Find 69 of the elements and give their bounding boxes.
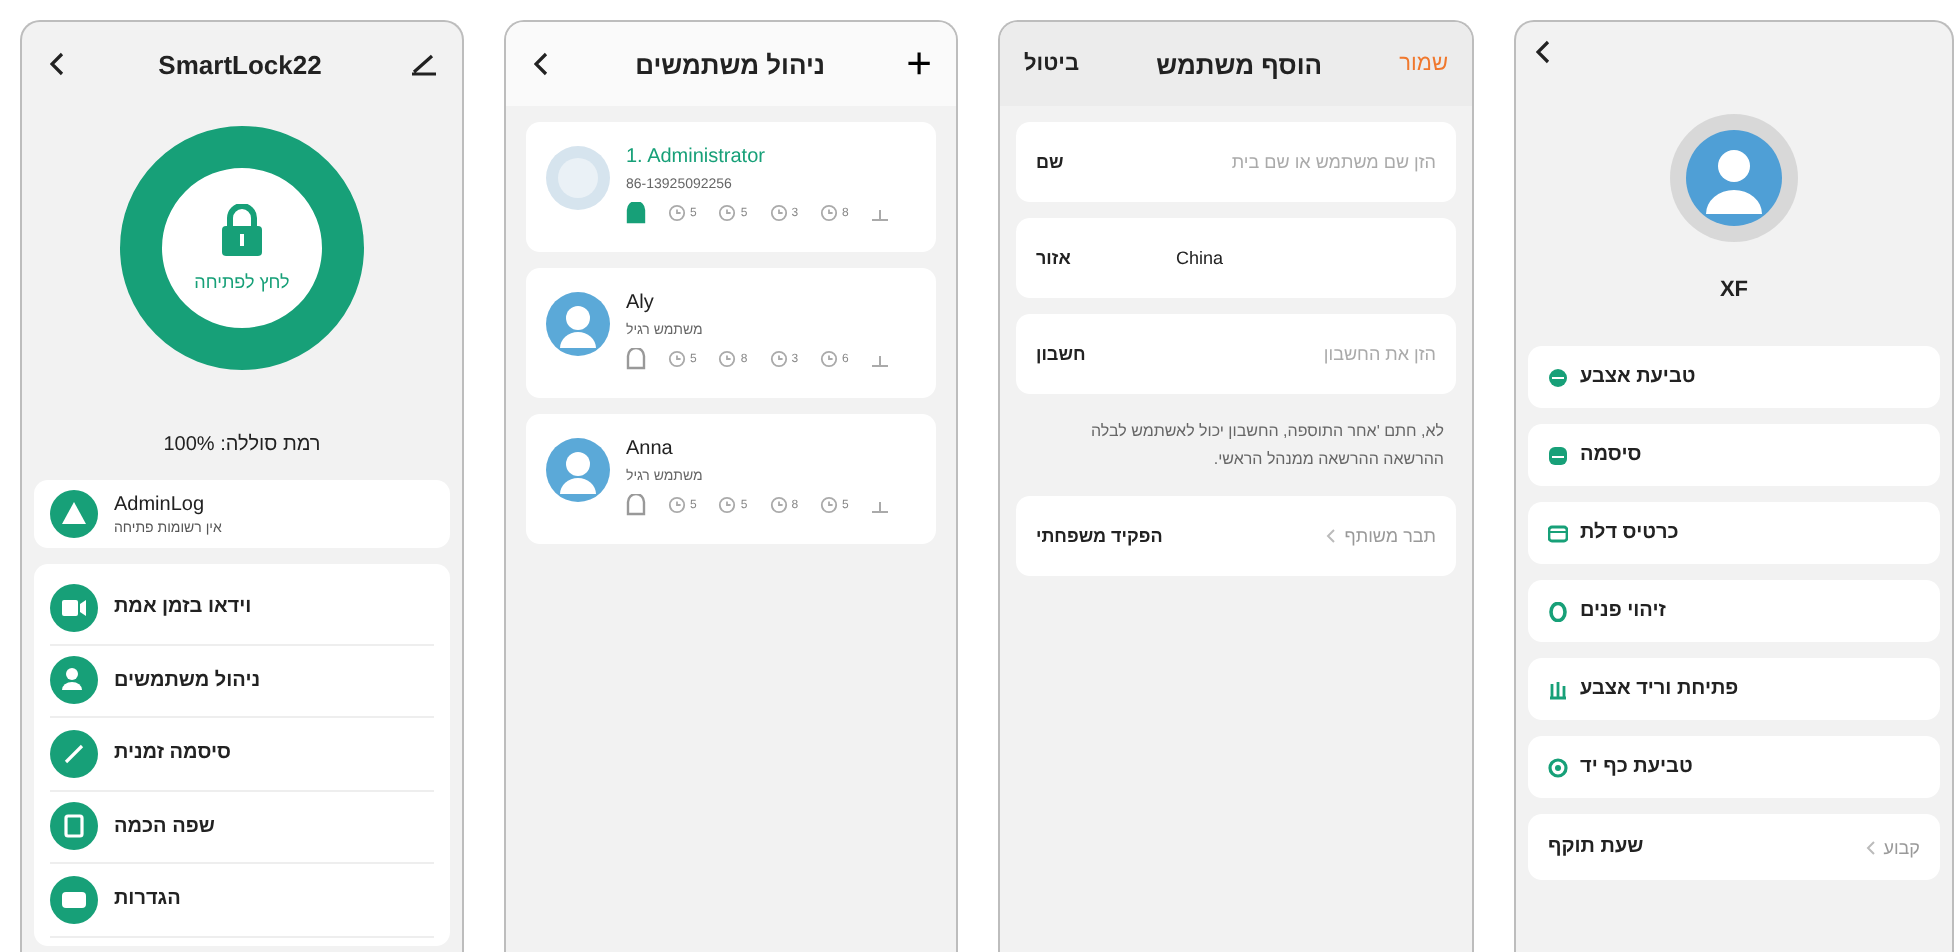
- clock-icon: [718, 350, 737, 368]
- log-title: AdminLog: [114, 493, 207, 515]
- clock-icon: [820, 496, 839, 514]
- menu-item[interactable]: סיסמה זמנית: [114, 742, 232, 765]
- menu-item[interactable]: הגדרות: [114, 888, 181, 911]
- card-icon: [1548, 523, 1568, 543]
- role-value: תבר משותף: [1344, 525, 1436, 546]
- unlock-method-row[interactable]: פתיחת וריד אצבע: [1528, 658, 1940, 720]
- cancel-button[interactable]: ביטול: [1024, 52, 1080, 76]
- avatar-icon: [546, 146, 610, 210]
- unlock-method-row[interactable]: כרטיס דלת: [1528, 502, 1940, 564]
- document-icon: [50, 802, 98, 851]
- unlock-method: טביעת אצבע: [1580, 366, 1696, 388]
- card-icon: [50, 875, 98, 924]
- person-icon: [50, 656, 98, 705]
- unlock-method: סיסמה: [1580, 444, 1642, 466]
- edit-icon[interactable]: [410, 52, 438, 76]
- clock-icon: [820, 204, 839, 222]
- menu-item[interactable]: ניהול משתמשים: [114, 669, 261, 692]
- camera-icon: [50, 583, 98, 632]
- input-field[interactable]: הזן את החשבון: [1176, 344, 1436, 364]
- user-name: Anna: [626, 438, 675, 460]
- unlock-method-row[interactable]: זיהוי פנים: [1528, 580, 1940, 642]
- chevron-icon: [1865, 839, 1876, 855]
- clock-icon: [668, 496, 686, 514]
- unlock-method: כרטיס דלת: [1580, 522, 1679, 544]
- unlock-method: טביעת כף יד: [1580, 756, 1693, 778]
- menu-item[interactable]: וידאו בזמן אמת: [114, 596, 252, 619]
- lock-icon: [220, 204, 264, 256]
- unlock-method: פתיחת וריד אצבע: [1580, 678, 1739, 700]
- screen-title: הוסף משתמש: [1156, 49, 1323, 79]
- unlock-method-row[interactable]: סיסמה: [1528, 424, 1940, 486]
- clock-icon: [668, 350, 686, 368]
- avatar-icon: [546, 292, 610, 356]
- chevron-icon: [1326, 527, 1337, 544]
- menu-item[interactable]: שפה הכמה: [114, 815, 215, 838]
- clock-icon: [668, 204, 686, 222]
- validity-value: קבוע: [1883, 837, 1920, 857]
- input-field[interactable]: הזן שם משתמש או שם בית: [1176, 152, 1436, 172]
- field-label: שם: [1036, 152, 1066, 172]
- field-label: אזור: [1036, 248, 1073, 268]
- clock-icon: [820, 350, 839, 368]
- clock-icon: [718, 496, 737, 514]
- validity-row[interactable]: שעת תוקף קבוע: [1528, 814, 1940, 880]
- clock-icon: [769, 496, 788, 514]
- avatar-icon: [1670, 114, 1798, 242]
- validity-label: שעת תוקף: [1548, 836, 1644, 858]
- user-name: Aly: [626, 292, 656, 314]
- clock-icon: [769, 204, 788, 222]
- face-icon: [1548, 601, 1568, 621]
- field-label: חשבון: [1036, 344, 1088, 364]
- battery-level: רמת סוללה: 100%: [161, 434, 323, 456]
- role-row[interactable]: הפקיד משפחתי תבר משותף: [1016, 495, 1456, 576]
- unlock-method-row[interactable]: טביעת אצבע: [1528, 346, 1940, 408]
- user-name: 1. Administrator: [626, 146, 767, 168]
- user-name: XF: [1719, 278, 1749, 302]
- add-button[interactable]: +: [906, 42, 932, 86]
- screen-title: ניהול משתמשים: [635, 49, 826, 79]
- clock-icon: [718, 204, 737, 222]
- screen-title: SmartLock22: [158, 49, 322, 79]
- input-field[interactable]: China: [1176, 248, 1436, 268]
- clock-icon: [769, 350, 788, 368]
- role-label: הפקיד משפחתי: [1036, 525, 1163, 546]
- unlock-method-row[interactable]: טביעת כף יד: [1528, 736, 1940, 798]
- unlock-method: זיהוי פנים: [1580, 600, 1666, 622]
- avatar-icon: [546, 438, 610, 502]
- note-text: לא, חתם 'אחר התוספה, החשבון יכול לאשתמש לבלה ההרשאה ההרשאה ממנהל הראשי.: [1089, 420, 1444, 473]
- password-icon: [1548, 445, 1568, 465]
- pencil-icon: [50, 729, 98, 778]
